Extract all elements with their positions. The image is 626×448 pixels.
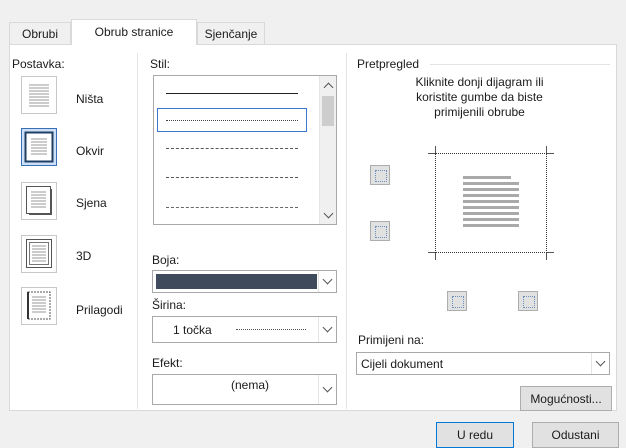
- apply-to-value: Cijeli dokument: [361, 357, 444, 371]
- options-button[interactable]: Mogućnosti...: [520, 386, 612, 411]
- setting-3d-label[interactable]: 3D: [76, 249, 91, 263]
- apply-to-dropdown-button[interactable]: [591, 353, 609, 374]
- cancel-button-label: Odustani: [551, 428, 600, 442]
- chevron-down-icon: [322, 322, 333, 333]
- width-value: 1 točka: [173, 323, 212, 337]
- width-label: Širina:: [152, 298, 187, 312]
- box-border-icon[interactable]: [21, 128, 57, 166]
- tab-page-border-label: Obrub stranice: [94, 25, 174, 39]
- width-line-sample: [236, 329, 306, 330]
- width-dropdown-button[interactable]: [318, 317, 336, 342]
- separator: [346, 53, 347, 409]
- tab-borders-label: Obrubi: [21, 27, 59, 41]
- scroll-up-button[interactable]: [320, 76, 336, 94]
- cancel-button[interactable]: Odustani: [532, 422, 619, 448]
- custom-border-icon[interactable]: [21, 287, 57, 325]
- line-style-dotted[interactable]: [166, 148, 298, 149]
- preview-instructions: Kliknite donji dijagram ili koristite gu…: [415, 75, 544, 119]
- chevron-down-icon: [322, 274, 333, 285]
- line-style-dash-dot[interactable]: [166, 207, 298, 208]
- tab-page-border[interactable]: Obrub stranice: [71, 19, 197, 45]
- art-select[interactable]: (nema): [152, 374, 337, 405]
- chevron-down-icon: [595, 356, 606, 367]
- top-border-button[interactable]: [370, 165, 390, 185]
- ok-button-label: U redu: [456, 428, 494, 442]
- art-dropdown-button[interactable]: [318, 375, 336, 404]
- art-label: Efekt:: [152, 356, 183, 370]
- tab-borders[interactable]: Obrubi: [9, 22, 71, 44]
- setting-shadow-label[interactable]: Sjena: [76, 196, 107, 210]
- chevron-down-icon: [322, 382, 333, 393]
- tab-shading[interactable]: Sjenčanje: [197, 22, 265, 44]
- chevron-up-icon: [323, 82, 333, 92]
- line-style-dashed[interactable]: [166, 177, 298, 178]
- style-label: Stil:: [150, 57, 171, 71]
- 3d-border-icon[interactable]: [21, 235, 57, 273]
- setting-box-label[interactable]: Okvir: [76, 144, 104, 158]
- right-border-button[interactable]: [518, 291, 538, 311]
- separator: [137, 53, 138, 409]
- scroll-down-button[interactable]: [320, 206, 336, 224]
- ok-button[interactable]: U redu: [436, 422, 514, 448]
- preview-label: Pretpregled: [357, 57, 420, 71]
- page-border-panel: Postavka: Ništa Okvir Sjena 3D Prilagodi…: [9, 44, 617, 411]
- color-swatch: [156, 274, 317, 289]
- chevron-down-icon: [323, 208, 333, 218]
- style-list[interactable]: [153, 75, 337, 225]
- style-scrollbar[interactable]: [319, 76, 336, 224]
- apply-to-label: Primijeni na:: [358, 333, 425, 347]
- options-button-label: Mogućnosti...: [530, 391, 602, 406]
- color-dropdown-button[interactable]: [318, 271, 336, 292]
- setting-label: Postavka:: [12, 57, 65, 71]
- tab-shading-label: Sjenčanje: [204, 27, 258, 41]
- apply-to-select[interactable]: Cijeli dokument: [356, 352, 610, 375]
- color-select[interactable]: [152, 270, 337, 293]
- art-value: (nema): [231, 378, 270, 392]
- line-style-solid[interactable]: [166, 93, 298, 94]
- bottom-border-button[interactable]: [370, 221, 390, 241]
- scroll-thumb[interactable]: [322, 96, 334, 126]
- color-label: Boja:: [152, 253, 180, 267]
- setting-none-label[interactable]: Ništa: [76, 92, 103, 106]
- setting-custom-label[interactable]: Prilagodi: [76, 303, 123, 317]
- left-border-button[interactable]: [447, 291, 467, 311]
- preview-group-line: [430, 64, 610, 65]
- width-select[interactable]: 1 točka: [152, 316, 337, 343]
- line-style-dotted-fine[interactable]: [166, 120, 298, 121]
- shadow-border-icon[interactable]: [21, 182, 57, 220]
- preview-corner-marks: [428, 146, 554, 260]
- none-border-icon[interactable]: [21, 76, 57, 114]
